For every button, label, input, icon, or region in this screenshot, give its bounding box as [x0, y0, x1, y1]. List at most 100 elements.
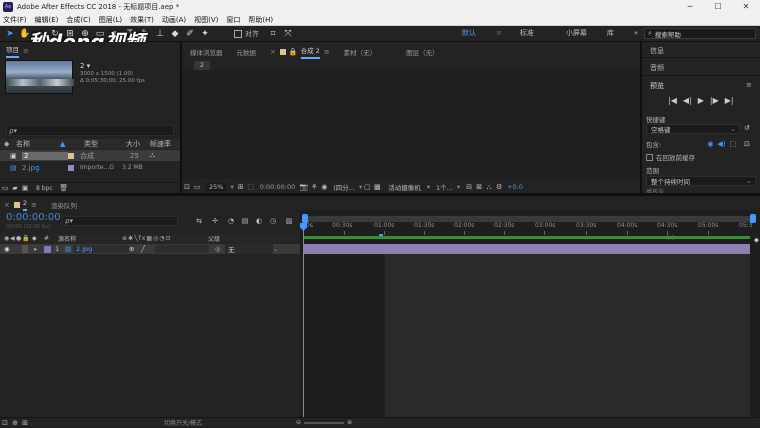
minimize-button[interactable]: ─ — [676, 0, 704, 14]
source-name-header[interactable]: 源名称 — [58, 234, 122, 243]
panel-menu-icon[interactable]: ≡ — [746, 81, 752, 89]
close-button[interactable]: ✕ — [732, 0, 760, 14]
cache-checkbox[interactable] — [646, 153, 653, 161]
bit-depth-button[interactable]: 8 bpc — [36, 185, 53, 192]
motion-blur-icon[interactable]: ◐ — [254, 216, 264, 226]
column-type[interactable]: 类型 — [84, 139, 126, 149]
roto-brush-tool-icon[interactable]: ✐ — [184, 28, 196, 40]
menu-edit[interactable]: 编辑(E) — [35, 15, 59, 25]
menu-file[interactable]: 文件(F) — [3, 15, 27, 25]
menu-view[interactable]: 视图(V) — [194, 15, 218, 25]
parent-dropdown[interactable]: 无 — [225, 244, 273, 254]
safe-margins-icon[interactable]: ⊞ — [236, 182, 246, 192]
pick-whip-icon[interactable]: ◎ — [215, 245, 225, 253]
interpret-footage-icon[interactable]: ▭ — [0, 183, 10, 193]
always-preview-icon[interactable]: ⊡ — [182, 182, 192, 192]
workspace-default[interactable]: 默认 — [462, 28, 476, 38]
column-fps[interactable]: 帧速率 — [150, 139, 171, 149]
tab-footage[interactable]: 素材（无） — [344, 47, 377, 57]
play-button[interactable]: ▶ — [698, 96, 704, 105]
timeline-icon[interactable]: ⊠ — [474, 182, 484, 192]
tab-menu-icon[interactable]: ≡ — [23, 47, 29, 55]
zoom-in-icon[interactable]: ⊕ — [347, 419, 352, 426]
range-dropdown[interactable]: 整个持续时间 ⌄ — [646, 176, 756, 186]
include-overlays-icon[interactable]: ⬚ — [729, 140, 736, 148]
visibility-icon[interactable]: ◉ — [4, 245, 22, 253]
fast-preview-icon[interactable]: ⊟ — [464, 182, 474, 192]
puppet-tool-icon[interactable]: ✦ — [199, 28, 211, 40]
layer-list-empty-area[interactable] — [0, 254, 300, 417]
time-zoom-slider[interactable] — [304, 421, 345, 424]
comp-breadcrumb[interactable]: 2 — [194, 61, 210, 70]
clone-stamp-tool-icon[interactable]: ⊥ — [154, 28, 166, 40]
tab-menu-icon[interactable]: ≡ — [31, 201, 37, 209]
project-row-footage[interactable]: ▤ 2.jpg Importe...G 3.2 MB — [0, 162, 180, 173]
layer-duration-bar[interactable] — [304, 244, 750, 254]
tab-composition[interactable]: 合成 2 — [300, 45, 320, 59]
frame-blending-icon[interactable]: ▤ — [240, 216, 250, 226]
audio-panel-title[interactable]: 音频 — [650, 63, 664, 73]
toggle-layer-switches-icon[interactable]: ⊡ — [0, 418, 10, 428]
maximize-button[interactable]: ☐ — [704, 0, 732, 14]
label-color-swatch[interactable] — [68, 164, 74, 171]
shy-layer-icon[interactable]: ⊕ — [129, 245, 141, 253]
menu-window[interactable]: 窗口 — [226, 15, 240, 25]
timeline-scroll-icon[interactable]: ⬥ — [754, 236, 760, 246]
menu-animation[interactable]: 动画(A) — [162, 15, 186, 25]
monitor-icon[interactable]: ▭ — [192, 182, 202, 192]
shortcut-dropdown[interactable]: 空格键 ⌄ — [646, 124, 740, 134]
reset-icon[interactable]: ↺ — [744, 124, 750, 132]
selection-tool-icon[interactable]: ➤ — [4, 28, 16, 40]
parent-header[interactable]: 父级 — [208, 234, 220, 243]
exposure-reset-icon[interactable]: ⚙ — [494, 182, 504, 192]
menu-layer[interactable]: 图层(L) — [99, 15, 122, 25]
layer-row[interactable]: ◉ ▸ 1 ▤ 2.jpg ⊕ ╱ ◎ 无 ⌄ — [0, 244, 300, 254]
lock-toggle[interactable] — [22, 245, 28, 253]
include-audio-icon[interactable]: ◀) — [717, 140, 725, 148]
snapshot-icon[interactable]: 📷 — [299, 182, 309, 192]
first-frame-button[interactable]: |◀ — [668, 96, 677, 105]
layer-switch-boxes[interactable] — [155, 245, 209, 253]
close-tab-icon[interactable]: × — [270, 48, 276, 56]
workspace-library[interactable]: 库 — [607, 28, 614, 38]
tab-render-queue[interactable]: 渲染队列 — [51, 200, 77, 210]
composition-flowchart-icon[interactable]: ▨ — [284, 216, 294, 226]
toggle-in-out-icon[interactable]: ⊞ — [20, 418, 30, 428]
comp-mini-flowchart-icon[interactable]: ⇆ — [194, 216, 204, 226]
search-help-input[interactable]: 搜索帮助 — [655, 29, 681, 39]
tab-layer[interactable]: 图层（无） — [406, 47, 439, 57]
workspaces-expand[interactable]: » — [634, 29, 638, 37]
time-ruler[interactable]: 0s 00:30s 01:00s 01:30s 02:00s 02:30s 03… — [304, 222, 754, 236]
shy-layers-icon[interactable]: ◔ — [226, 216, 236, 226]
quality-switch-icon[interactable]: ╱ — [141, 245, 155, 253]
region-of-interest-icon[interactable]: ▢ — [362, 182, 372, 192]
show-snapshot-icon[interactable]: ⚘ — [309, 182, 319, 192]
snap-icon[interactable]: ⌗ — [267, 28, 279, 40]
delete-icon[interactable]: 🗑 — [59, 183, 69, 193]
mask-visibility-icon[interactable]: ⬚ — [246, 182, 256, 192]
zoom-dropdown[interactable]: 25% — [206, 182, 227, 191]
current-time-display[interactable]: 0:00:00:00 — [6, 212, 61, 223]
snap-option-icon[interactable]: ⤧ — [282, 28, 294, 40]
tab-metadata[interactable]: 元数据 — [237, 47, 257, 57]
work-area-bar[interactable] — [304, 236, 750, 239]
label-color-swatch[interactable] — [68, 152, 74, 159]
comp-name[interactable]: 2 ▾ — [80, 62, 90, 70]
label-header-icon[interactable]: ◆ — [32, 235, 44, 242]
menu-effect[interactable]: 效果(T) — [130, 15, 154, 25]
lock-switch-icon[interactable]: 🔒 — [22, 235, 32, 242]
previous-frame-button[interactable]: ◀| — [683, 96, 692, 105]
close-tab-icon[interactable]: × — [4, 201, 10, 209]
column-name[interactable]: 名称 — [16, 139, 60, 149]
zoom-out-icon[interactable]: ⊖ — [296, 419, 301, 426]
label-column-icon[interactable]: ◆ — [4, 140, 16, 148]
draft-3d-icon[interactable]: ✢ — [210, 216, 220, 226]
composition-canvas[interactable] — [182, 70, 640, 179]
new-folder-icon[interactable]: ▰ — [10, 183, 20, 193]
color-channel-icon[interactable]: ◉ — [319, 182, 329, 192]
tab-menu-icon[interactable]: ≡ — [324, 48, 330, 56]
eraser-tool-icon[interactable]: ◆ — [169, 28, 181, 40]
graph-editor-icon[interactable]: ◷ — [268, 216, 278, 226]
transparency-grid-icon[interactable]: ▩ — [372, 182, 382, 192]
flowchart-icon[interactable]: ⛬ — [150, 151, 155, 160]
